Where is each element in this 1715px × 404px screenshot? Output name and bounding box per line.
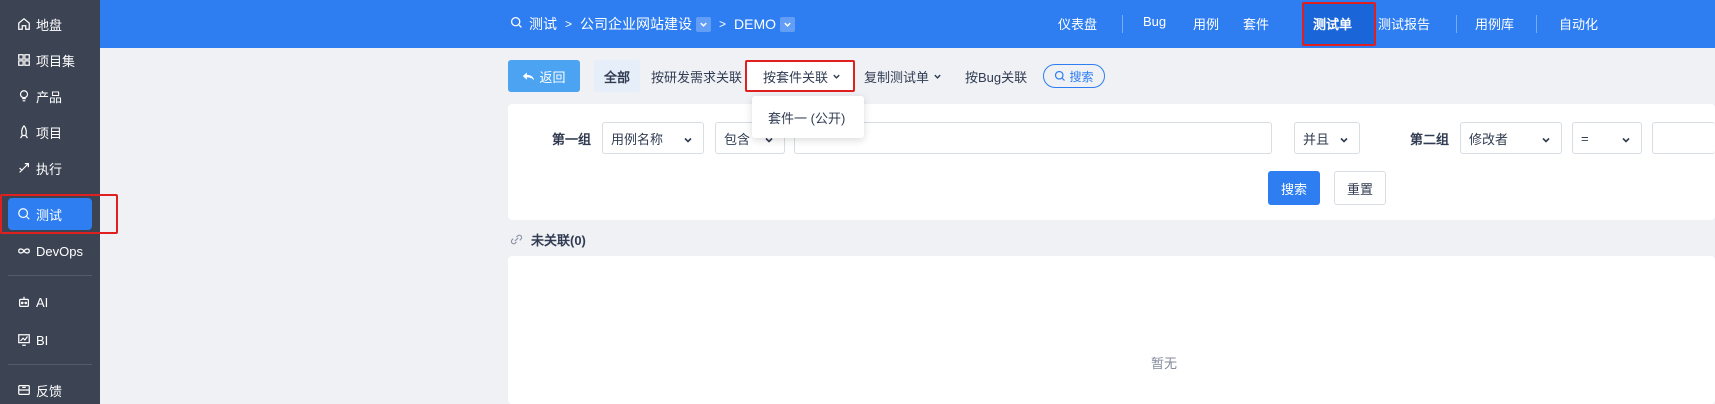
- unlinked-table: 暂无: [508, 256, 1715, 404]
- dropdown-item-suite[interactable]: 套件一 (公开): [768, 108, 845, 127]
- sidebar-item-label: 项目集: [36, 53, 76, 69]
- run-icon: [16, 160, 32, 176]
- sidebar-item-label: DevOps: [36, 243, 83, 259]
- bulb-icon: [16, 88, 32, 104]
- group2-operator-select[interactable]: =: [1572, 122, 1642, 154]
- sidebar-item-label: 项目: [36, 125, 63, 141]
- sidebar: 地盘 项目集 产品 项目 执行 测试 DevOps AI BI 反馈: [0, 0, 118, 404]
- logic-select[interactable]: 并且: [1294, 122, 1360, 154]
- sidebar-item-dashboard[interactable]: 地盘: [8, 8, 92, 40]
- chevron-down-icon: [1542, 137, 1550, 143]
- group1-value-input[interactable]: [794, 122, 1272, 154]
- sidebar-item-feedback[interactable]: 反馈: [8, 374, 92, 404]
- search-label: 搜索: [1069, 69, 1094, 84]
- sidebar-item-ai[interactable]: AI: [8, 286, 92, 318]
- tab-all[interactable]: 全部: [594, 60, 640, 92]
- select-value: 用例名称: [611, 131, 664, 147]
- sidebar-item-program[interactable]: 项目集: [8, 44, 92, 76]
- breadcrumb-separator: >: [565, 17, 573, 31]
- sidebar-divider: [8, 275, 92, 276]
- group2-label: 第二组: [1410, 132, 1450, 147]
- sidebar-item-label: AI: [36, 294, 49, 310]
- sidebar-item-product[interactable]: 产品: [8, 80, 92, 112]
- search-button[interactable]: 搜索: [1268, 171, 1320, 205]
- sidebar-item-bi[interactable]: BI: [8, 324, 92, 356]
- sidebar-item-label: 执行: [36, 161, 63, 177]
- group1-field-select[interactable]: 用例名称: [602, 122, 704, 154]
- chevron-down-icon[interactable]: [696, 16, 712, 32]
- nav-separator: [1122, 15, 1123, 33]
- button-label: 重置: [1346, 181, 1373, 197]
- highlight-box: [0, 194, 118, 234]
- search-icon: [1055, 70, 1066, 81]
- reset-button[interactable]: 重置: [1334, 171, 1386, 205]
- top-header: 测试 > 公司企业网站建设 > DEMO 仪表盘 Bug 用例 套件 测试单 测…: [100, 0, 1715, 48]
- nav-dashboard[interactable]: 仪表盘: [1058, 14, 1097, 34]
- grid-icon: [16, 52, 32, 68]
- sidebar-divider: [8, 364, 92, 365]
- select-value: 并且: [1303, 131, 1330, 147]
- sidebar-item-label: BI: [36, 332, 49, 348]
- back-label: 返回: [539, 69, 566, 85]
- chevron-down-icon: [1622, 137, 1630, 143]
- breadcrumb: 测试 > 公司企业网站建设 > DEMO: [510, 0, 796, 48]
- tab-label: 复制测试单: [864, 69, 930, 85]
- chevron-down-icon: [934, 74, 941, 79]
- chevron-down-icon: [833, 74, 840, 79]
- sidebar-item-label: 反馈: [36, 383, 63, 399]
- select-value: =: [1581, 130, 1589, 146]
- tab-by-suite[interactable]: 按套件关联: [763, 60, 841, 92]
- sidebar-item-execution[interactable]: 执行: [8, 152, 92, 184]
- sidebar-item-project[interactable]: 项目: [8, 116, 92, 148]
- unlinked-header: 未关联(0): [510, 230, 586, 248]
- infinity-icon: [16, 243, 32, 259]
- nav-report[interactable]: 测试报告: [1378, 14, 1430, 34]
- unlink-icon: [510, 234, 523, 244]
- nav-separator: [1536, 15, 1537, 33]
- feedback-icon: [16, 382, 32, 398]
- sidebar-item-label: 产品: [36, 89, 63, 105]
- breadcrumb-separator: >: [719, 17, 727, 31]
- tab-by-story[interactable]: 按研发需求关联: [651, 60, 742, 92]
- rocket-icon: [16, 124, 32, 140]
- breadcrumb-build[interactable]: DEMO: [734, 16, 776, 32]
- search-panel: 第一组 用例名称 包含 并且 第二组 修改者 = 搜索 重置: [508, 104, 1715, 220]
- nav-testtask[interactable]: 测试单: [1313, 14, 1352, 34]
- chevron-down-icon: [1340, 137, 1348, 143]
- sidebar-item-devops[interactable]: DevOps: [8, 235, 92, 267]
- nav-separator: [1456, 15, 1457, 33]
- tab-label: 按套件关联: [763, 69, 829, 85]
- suite-dropdown-menu: 套件一 (公开): [752, 96, 864, 138]
- button-label: 搜索: [1280, 181, 1307, 197]
- nav-suites[interactable]: 套件: [1243, 14, 1269, 34]
- sidebar-item-label: 地盘: [36, 17, 63, 33]
- nav-caselib[interactable]: 用例库: [1475, 14, 1514, 34]
- tab-label: 全部: [603, 69, 630, 85]
- home-icon: [16, 16, 32, 32]
- back-button[interactable]: 返回: [508, 60, 580, 92]
- chart-icon: [16, 332, 32, 348]
- group1-label: 第一组: [552, 132, 592, 147]
- tab-label: 按Bug关联: [965, 69, 1028, 85]
- tab-label: 按研发需求关联: [651, 69, 743, 85]
- select-value: 修改者: [1469, 131, 1509, 147]
- group2-value-input[interactable]: [1652, 122, 1715, 154]
- chevron-down-icon: [684, 137, 692, 143]
- tab-copy-testtask[interactable]: 复制测试单: [864, 60, 942, 92]
- group2-field-select[interactable]: 修改者: [1460, 122, 1562, 154]
- empty-text: 暂无: [1150, 356, 1177, 371]
- search-toggle-button[interactable]: 搜索: [1043, 64, 1105, 88]
- test-icon: [510, 16, 523, 32]
- undo-icon: [523, 71, 535, 81]
- nav-automation[interactable]: 自动化: [1559, 14, 1598, 34]
- robot-icon: [16, 294, 32, 310]
- breadcrumb-test[interactable]: 测试: [529, 14, 557, 34]
- breadcrumb-project[interactable]: 公司企业网站建设: [580, 14, 692, 34]
- tab-by-bug[interactable]: 按Bug关联: [965, 60, 1027, 92]
- unlinked-title: 未关联(0): [531, 232, 586, 248]
- select-value: 包含: [724, 131, 751, 147]
- chevron-down-icon[interactable]: [780, 16, 796, 32]
- nav-cases[interactable]: 用例: [1193, 14, 1219, 34]
- nav-bug[interactable]: Bug: [1143, 14, 1166, 34]
